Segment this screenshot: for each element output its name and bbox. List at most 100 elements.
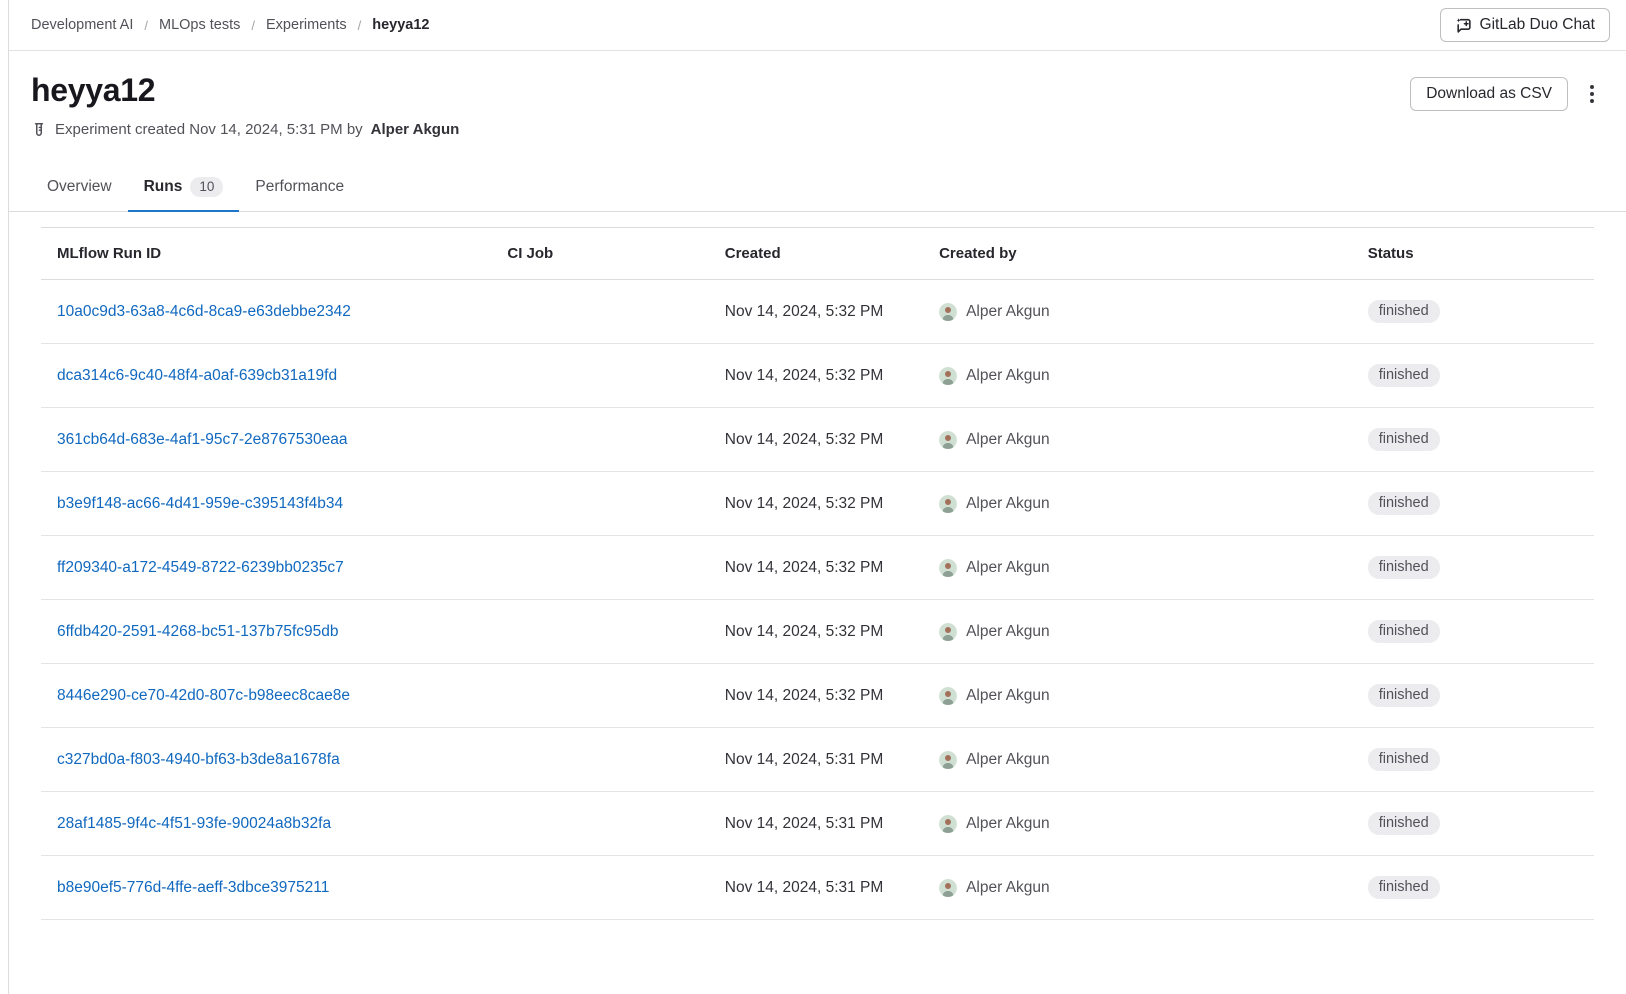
breadcrumb-separator: / [358, 18, 362, 33]
tab-label: Performance [255, 178, 344, 196]
created-cell: Nov 14, 2024, 5:32 PM [709, 472, 923, 536]
ci-job-cell [491, 472, 708, 536]
run-id-link[interactable]: 361cb64d-683e-4af1-95c7-2e8767530eaa [57, 431, 347, 448]
status-badge: finished [1368, 364, 1440, 387]
created-by-cell: Alper Akgun [923, 664, 1352, 728]
run-id-cell: 8446e290-ce70-42d0-807c-b98eec8cae8e [41, 664, 491, 728]
table-row: ff209340-a172-4549-8722-6239bb0235c7 Nov… [41, 536, 1594, 600]
created-by-name: Alper Akgun [966, 431, 1050, 449]
user-avatar [939, 303, 957, 321]
status-cell: finished [1352, 472, 1594, 536]
page-header: heyya12 Download as CSV [9, 51, 1626, 111]
run-id-link[interactable]: 28af1485-9f4c-4f51-93fe-90024a8b32fa [57, 815, 331, 832]
ci-job-cell [491, 408, 708, 472]
table-row: dca314c6-9c40-48f4-a0af-639cb31a19fd Nov… [41, 344, 1594, 408]
run-id-link[interactable]: b8e90ef5-776d-4ffe-aeff-3dbce3975211 [57, 879, 329, 896]
created-by-cell: Alper Akgun [923, 600, 1352, 664]
ci-job-cell [491, 728, 708, 792]
ci-job-cell [491, 856, 708, 920]
created-cell: Nov 14, 2024, 5:32 PM [709, 280, 923, 344]
status-badge: finished [1368, 684, 1440, 707]
created-by-name: Alper Akgun [966, 879, 1050, 897]
status-badge: finished [1368, 300, 1440, 323]
user-avatar [939, 879, 957, 897]
duo-chat-icon [1455, 17, 1472, 34]
created-cell: Nov 14, 2024, 5:32 PM [709, 600, 923, 664]
breadcrumb-separator: / [251, 18, 255, 33]
runs-count-badge: 10 [190, 177, 223, 197]
gitlab-duo-chat-button[interactable]: GitLab Duo Chat [1440, 8, 1610, 42]
status-cell: finished [1352, 344, 1594, 408]
status-badge: finished [1368, 620, 1440, 643]
created-by-cell: Alper Akgun [923, 728, 1352, 792]
table-row: b3e9f148-ac66-4d41-959e-c395143f4b34 Nov… [41, 472, 1594, 536]
ci-job-cell [491, 280, 708, 344]
status-cell: finished [1352, 856, 1594, 920]
run-id-link[interactable]: ff209340-a172-4549-8722-6239bb0235c7 [57, 559, 344, 576]
run-id-link[interactable]: 6ffdb420-2591-4268-bc51-137b75fc95db [57, 623, 339, 640]
user-avatar [939, 367, 957, 385]
status-badge: finished [1368, 876, 1440, 899]
created-cell: Nov 14, 2024, 5:31 PM [709, 792, 923, 856]
table-row: b8e90ef5-776d-4ffe-aeff-3dbce3975211 Nov… [41, 856, 1594, 920]
tab-performance[interactable]: Performance [239, 164, 360, 212]
run-id-link[interactable]: c327bd0a-f803-4940-bf63-b3de8a1678fa [57, 751, 340, 768]
user-avatar [939, 623, 957, 641]
status-badge: finished [1368, 492, 1440, 515]
user-avatar [939, 431, 957, 449]
status-badge: finished [1368, 748, 1440, 771]
runs-table-body: 10a0c9d3-63a8-4c6d-8ca9-e63debbe2342 Nov… [41, 280, 1594, 920]
created-by-cell: Alper Akgun [923, 280, 1352, 344]
run-id-cell: 6ffdb420-2591-4268-bc51-137b75fc95db [41, 600, 491, 664]
created-by-cell: Alper Akgun [923, 792, 1352, 856]
breadcrumb-item-experiments[interactable]: Experiments [266, 17, 347, 33]
run-id-cell: 361cb64d-683e-4af1-95c7-2e8767530eaa [41, 408, 491, 472]
tab-runs[interactable]: Runs 10 [128, 164, 240, 212]
created-by-name: Alper Akgun [966, 751, 1050, 769]
kebab-menu-button[interactable] [1582, 79, 1602, 109]
column-header-created-by: Created by [923, 228, 1352, 280]
breadcrumb-bar: Development AI / MLOps tests / Experimen… [9, 0, 1626, 51]
tab-bar: Overview Runs 10 Performance [9, 164, 1626, 212]
run-id-link[interactable]: b3e9f148-ac66-4d41-959e-c395143f4b34 [57, 495, 343, 512]
run-id-cell: 10a0c9d3-63a8-4c6d-8ca9-e63debbe2342 [41, 280, 491, 344]
status-badge: finished [1368, 556, 1440, 579]
created-by-name: Alper Akgun [966, 623, 1050, 641]
run-id-cell: b8e90ef5-776d-4ffe-aeff-3dbce3975211 [41, 856, 491, 920]
status-cell: finished [1352, 600, 1594, 664]
status-badge: finished [1368, 428, 1440, 451]
created-cell: Nov 14, 2024, 5:32 PM [709, 536, 923, 600]
created-by-name: Alper Akgun [966, 367, 1050, 385]
created-by-cell: Alper Akgun [923, 408, 1352, 472]
status-cell: finished [1352, 792, 1594, 856]
experiment-meta: Experiment created Nov 14, 2024, 5:31 PM… [9, 111, 1626, 138]
table-row: 6ffdb420-2591-4268-bc51-137b75fc95db Nov… [41, 600, 1594, 664]
breadcrumb-item-current: heyya12 [372, 17, 429, 33]
breadcrumb-item-project[interactable]: MLOps tests [159, 17, 240, 33]
kebab-dot [1590, 99, 1594, 103]
ci-job-cell [491, 664, 708, 728]
header-actions: Download as CSV [1410, 77, 1602, 111]
created-by-name: Alper Akgun [966, 687, 1050, 705]
run-id-link[interactable]: 8446e290-ce70-42d0-807c-b98eec8cae8e [57, 687, 350, 704]
column-header-status: Status [1352, 228, 1594, 280]
experiment-vial-icon [31, 122, 47, 138]
created-by-name: Alper Akgun [966, 559, 1050, 577]
breadcrumb-item-group[interactable]: Development AI [31, 17, 133, 33]
column-header-run-id: MLflow Run ID [41, 228, 491, 280]
status-cell: finished [1352, 728, 1594, 792]
table-header-row: MLflow Run ID CI Job Created Created by … [41, 228, 1594, 280]
ci-job-cell [491, 792, 708, 856]
user-avatar [939, 687, 957, 705]
download-csv-button[interactable]: Download as CSV [1410, 77, 1568, 111]
column-header-ci-job: CI Job [491, 228, 708, 280]
created-by-cell: Alper Akgun [923, 536, 1352, 600]
run-id-link[interactable]: 10a0c9d3-63a8-4c6d-8ca9-e63debbe2342 [57, 303, 351, 320]
run-id-link[interactable]: dca314c6-9c40-48f4-a0af-639cb31a19fd [57, 367, 337, 384]
tab-label: Runs [144, 178, 183, 196]
experiment-created-by: Alper Akgun [371, 121, 460, 138]
status-cell: finished [1352, 536, 1594, 600]
table-row: 10a0c9d3-63a8-4c6d-8ca9-e63debbe2342 Nov… [41, 280, 1594, 344]
tab-overview[interactable]: Overview [31, 164, 128, 212]
table-row: c327bd0a-f803-4940-bf63-b3de8a1678fa Nov… [41, 728, 1594, 792]
